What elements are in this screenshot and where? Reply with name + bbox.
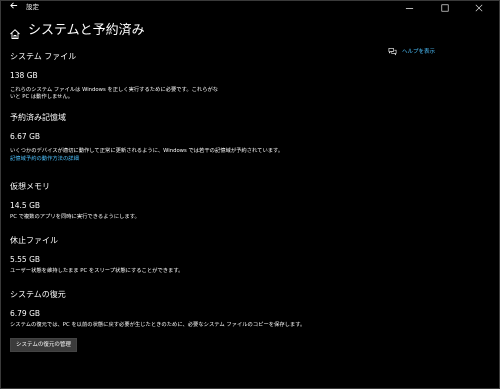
reserved-storage-info-link[interactable]: 記憶域予約の動作方法の詳細 — [10, 155, 283, 163]
minimize-icon — [405, 7, 413, 9]
section-size: 138 GB — [10, 71, 38, 80]
section-title: 休止ファイル — [10, 236, 58, 245]
section-reserved-storage: 予約済み記憶域 6.67 GB いくつかのデバイスが適切に動作して正常に更新され… — [10, 112, 283, 163]
back-arrow-icon — [9, 2, 17, 9]
help-link[interactable]: ヘルプを表示 — [388, 46, 435, 56]
section-title: システムの復元 — [10, 290, 66, 299]
help-link-label: ヘルプを表示 — [402, 49, 436, 55]
section-desc-line: ユーザー状態を維持したまま PC をスリープ状態にすることができます。 — [10, 268, 184, 274]
section-size: 5.55 GB — [10, 255, 41, 264]
section-hibernation-file: 休止ファイル 5.55 GB ユーザー状態を維持したまま PC をスリープ状態に… — [10, 235, 183, 275]
maximize-icon — [441, 4, 449, 12]
section-desc-line: PC で複数のアプリを同時に実行できるようにします。 — [10, 214, 140, 220]
home-button[interactable] — [9, 25, 21, 39]
window-title: 設定 — [26, 3, 39, 11]
section-title: 予約済み記憶域 — [10, 113, 66, 122]
section-virtual-memory: 仮想メモリ 14.5 GB PC で複数のアプリを同時に実行できるようにします。 — [10, 181, 140, 221]
help-chat-icon — [388, 47, 397, 55]
section-size: 14.5 GB — [10, 201, 41, 210]
section-title: システム ファイル — [10, 52, 77, 61]
manage-system-restore-button[interactable]: システムの復元の管理 — [10, 338, 77, 352]
back-button[interactable] — [6, 1, 20, 15]
section-desc-line: システムの復元では、PC を以前の状態に戻す必要が生じたときのために、必要なシス… — [10, 322, 306, 328]
close-icon — [475, 4, 483, 12]
section-system-files: システム ファイル 138 GB これらのシステム ファイルは Windows … — [10, 51, 218, 101]
section-desc-line: いくつかのデバイスが適切に動作して正常に更新されるように、Windows では若… — [10, 148, 284, 154]
minimize-button[interactable] — [396, 0, 422, 16]
maximize-button[interactable] — [432, 0, 458, 16]
section-desc-line: いと PC は動作しません。 — [10, 94, 74, 100]
page-title: システムと予約済み — [28, 23, 145, 38]
title-bar: 設定 — [0, 0, 500, 16]
close-button[interactable] — [466, 0, 492, 16]
section-title: 仮想メモリ — [10, 182, 50, 191]
section-size: 6.67 GB — [10, 132, 41, 141]
section-size: 6.79 GB — [10, 309, 41, 318]
section-system-restore: システムの復元 6.79 GB システムの復元では、PC を以前の状態に戻す必要… — [10, 289, 305, 352]
home-icon — [10, 29, 20, 39]
